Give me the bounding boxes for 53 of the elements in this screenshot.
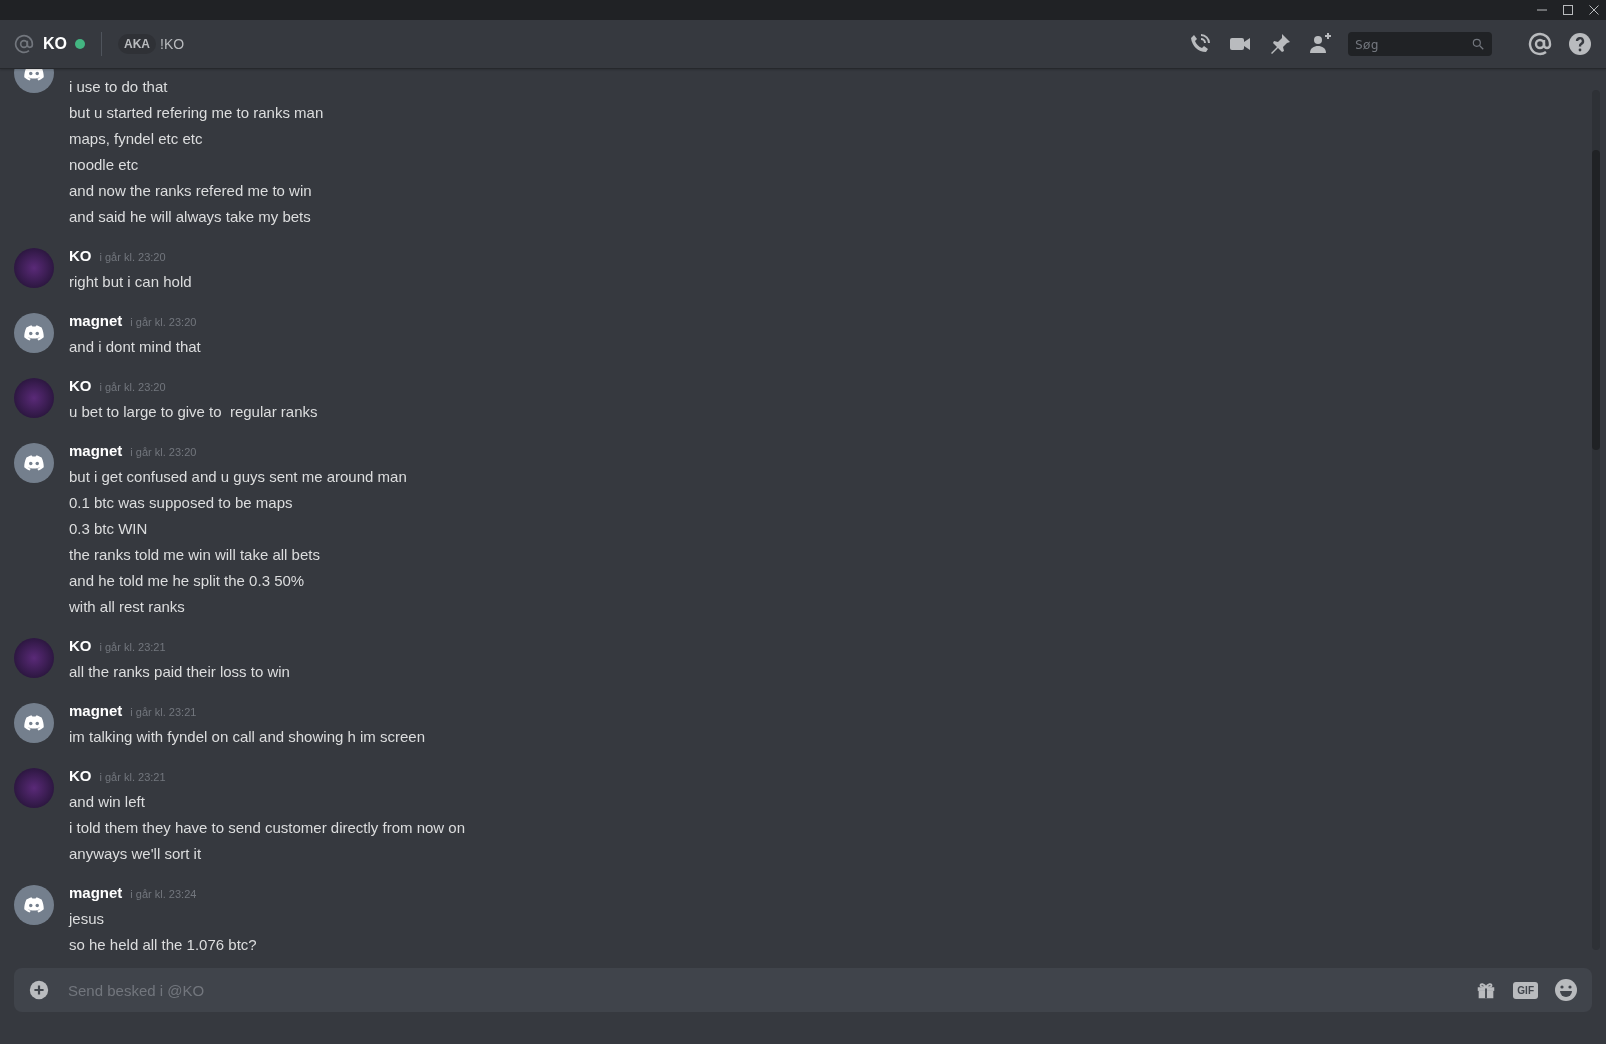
- author-name[interactable]: KO: [69, 767, 92, 784]
- message-text: 0.1 btc was supposed to be maps: [69, 493, 294, 513]
- search-icon[interactable]: [1471, 37, 1485, 51]
- message-text: right but i can hold: [69, 272, 192, 292]
- scrollbar-thumb[interactable]: [1592, 150, 1600, 450]
- message-text: i use to do that: [69, 77, 169, 97]
- message-text: jesus: [69, 909, 106, 929]
- author-name[interactable]: KO: [69, 247, 92, 264]
- aka-tag: AKA: [118, 34, 156, 54]
- message-text: maps, fyndel etc etc: [69, 129, 204, 149]
- avatar[interactable]: [14, 443, 54, 483]
- nickname: !KO: [160, 36, 185, 52]
- timestamp: i går kl. 23:20: [130, 316, 197, 328]
- message-text: i told them they have to send customer directly from now on: [69, 818, 466, 838]
- author-name[interactable]: magnet: [69, 702, 123, 719]
- message-text: and he told me he split the 0.3 50%: [69, 571, 306, 591]
- maximize-icon[interactable]: [1562, 4, 1574, 16]
- avatar[interactable]: [14, 885, 54, 925]
- channel-name: KO: [43, 35, 67, 53]
- search-field[interactable]: Søg: [1348, 32, 1492, 56]
- timestamp: i går kl. 23:20: [130, 446, 197, 458]
- author-name[interactable]: KO: [69, 637, 92, 654]
- message-text: and i dont mind that: [69, 337, 201, 357]
- author-name[interactable]: magnet: [69, 884, 123, 901]
- message-text: im talking with fyndel on call and showing h im screen: [69, 727, 425, 747]
- timestamp: i går kl. 23:21: [130, 706, 197, 718]
- message-text: but u started refering me to ranks man: [69, 103, 324, 123]
- close-icon[interactable]: [1588, 4, 1600, 16]
- message-text: the ranks told me win will take all bets: [69, 545, 321, 565]
- message-text: all the ranks paid their loss to win: [69, 662, 290, 682]
- message-text: and said he will always take my bets: [69, 207, 312, 227]
- message-text: 0.3 btc WIN: [69, 519, 149, 539]
- add-friend-icon[interactable]: [1308, 32, 1332, 56]
- message-text: u bet to large to give to regular ranks: [69, 402, 318, 422]
- message-text: and win left: [69, 792, 146, 812]
- author-name[interactable]: magnet: [69, 442, 123, 459]
- timestamp: i går kl. 23:24: [130, 888, 197, 900]
- message-text: noodle etc: [69, 155, 140, 175]
- author-name[interactable]: KO: [69, 377, 92, 394]
- avatar[interactable]: [14, 313, 54, 353]
- message-text: but i get confused and u guys sent me around man: [69, 467, 407, 487]
- message-text: anyways we'll sort it: [69, 844, 203, 864]
- message-text: with all rest ranks: [69, 597, 186, 617]
- gif-button[interactable]: GIF: [1513, 981, 1538, 999]
- message-text: so he held all the 1.076 btc?: [69, 935, 257, 955]
- avatar[interactable]: [14, 703, 54, 743]
- message-text: and now the ranks refered me to win: [69, 181, 313, 201]
- plus-circle-icon[interactable]: [28, 979, 50, 1001]
- smiley-icon[interactable]: [1554, 978, 1578, 1002]
- at-sign-icon: [14, 34, 34, 54]
- author-name[interactable]: magnet: [69, 312, 123, 329]
- mentions-icon[interactable]: [1528, 32, 1552, 56]
- help-icon[interactable]: [1568, 32, 1592, 56]
